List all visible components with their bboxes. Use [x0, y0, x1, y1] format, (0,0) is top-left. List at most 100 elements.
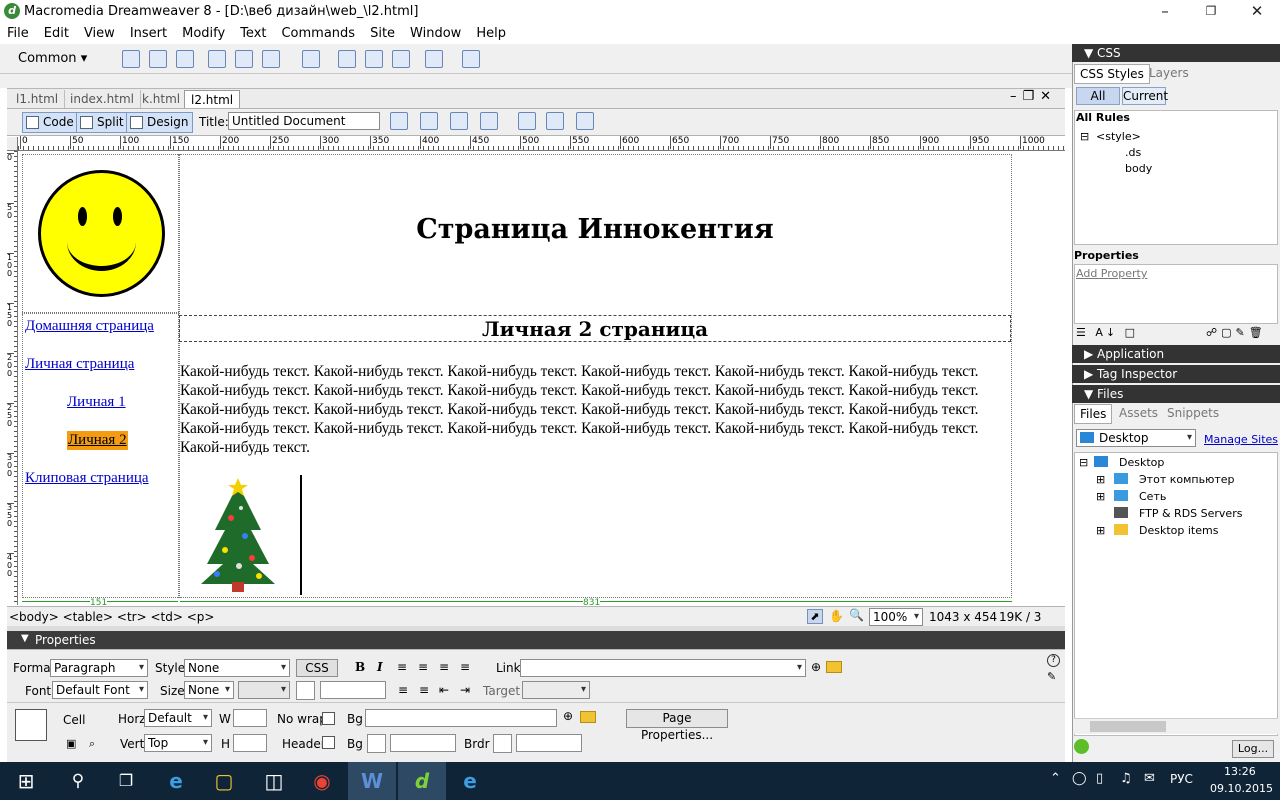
tab-files[interactable]: Files: [1074, 404, 1113, 424]
hyperlink-icon[interactable]: [122, 50, 140, 68]
language-indicator[interactable]: РУС: [1170, 772, 1193, 786]
insert-category-select[interactable]: Common ▾: [18, 51, 87, 66]
tab-assets[interactable]: Assets: [1114, 404, 1163, 422]
tree-collapse-icon[interactable]: ⊟: [1079, 456, 1088, 469]
style-select[interactable]: None: [184, 659, 290, 677]
search-icon[interactable]: ⚲: [54, 762, 102, 800]
css-current-button[interactable]: Current: [1122, 87, 1168, 105]
align-right-icon[interactable]: ≡: [439, 660, 449, 674]
tab-snippets[interactable]: Snippets: [1162, 404, 1224, 422]
table-icon[interactable]: [208, 50, 226, 68]
page-properties-button[interactable]: Page Properties...: [626, 709, 728, 742]
nav-link-home[interactable]: Домашняя страница: [25, 318, 154, 335]
battery-icon[interactable]: ▯: [1096, 771, 1103, 786]
validate-icon[interactable]: [390, 112, 408, 130]
edge-icon[interactable]: e: [152, 762, 200, 800]
comment-icon[interactable]: [365, 50, 383, 68]
application-panel-header[interactable]: ▶ Application: [1072, 345, 1280, 363]
zoom-select[interactable]: 100%: [869, 608, 923, 626]
nowrap-checkbox[interactable]: [322, 712, 335, 725]
show-hidden-icons[interactable]: ⌃: [1050, 771, 1061, 786]
point-to-file-icon[interactable]: ⊕: [811, 660, 821, 674]
unordered-list-icon[interactable]: ≡: [398, 683, 408, 697]
code-view-button[interactable]: Code: [22, 112, 79, 133]
text-color-swatch[interactable]: [296, 681, 315, 700]
chrome-icon[interactable]: ◉: [298, 762, 346, 800]
text-color-input[interactable]: [320, 681, 386, 699]
store-icon[interactable]: ◫: [250, 762, 298, 800]
css-rule-body[interactable]: body: [1125, 162, 1152, 175]
document-window-controls[interactable]: –❐✕: [1010, 89, 1057, 104]
date-icon[interactable]: [338, 50, 356, 68]
christmas-tree-image[interactable]: [197, 478, 279, 592]
split-cell-icon[interactable]: ⌕: [89, 737, 95, 751]
font-select[interactable]: Default Font: [52, 681, 148, 699]
menu-text[interactable]: Text: [240, 24, 266, 44]
preview-in-browser-icon[interactable]: [480, 112, 498, 130]
page-heading[interactable]: Страница Иннокентия: [180, 214, 1010, 245]
menu-site[interactable]: Site: [370, 24, 395, 44]
clock-time[interactable]: 13:26: [1224, 765, 1256, 778]
quick-tag-editor-icon[interactable]: ✎: [1047, 670, 1056, 683]
width-input[interactable]: [233, 709, 267, 727]
tab-l2[interactable]: l2.html: [184, 90, 241, 108]
menu-modify[interactable]: Modify: [182, 24, 225, 44]
tag-chooser-icon[interactable]: [462, 50, 480, 68]
bg-color-swatch[interactable]: [367, 734, 386, 753]
tab-css-styles[interactable]: CSS Styles: [1074, 64, 1150, 84]
css-view-icons[interactable]: ☰ A↓ □: [1076, 326, 1138, 339]
tree-ftp-servers[interactable]: FTP & RDS Servers: [1139, 507, 1242, 520]
bg-browse-folder-icon[interactable]: [580, 711, 596, 723]
border-color-input[interactable]: [516, 734, 582, 752]
file-management-icon[interactable]: [450, 112, 468, 130]
media-icon[interactable]: [302, 50, 320, 68]
menu-help[interactable]: Help: [476, 24, 506, 44]
menu-view[interactable]: View: [84, 24, 115, 44]
nav-link-personal-1[interactable]: Личная 1: [67, 394, 126, 411]
menu-edit[interactable]: Edit: [44, 24, 69, 44]
bg-image-input[interactable]: [365, 709, 557, 727]
format-select[interactable]: Paragraph: [50, 659, 148, 677]
nav-link-personal[interactable]: Личная страница: [25, 356, 134, 373]
notification-tray-icon[interactable]: ✉: [1144, 771, 1155, 786]
justify-icon[interactable]: ≡: [460, 660, 470, 674]
task-view-icon[interactable]: ❐: [102, 762, 150, 800]
files-scroll-thumb[interactable]: [1090, 721, 1166, 732]
templates-icon[interactable]: [425, 50, 443, 68]
italic-button[interactable]: I: [377, 660, 383, 674]
layer-icon[interactable]: [235, 50, 253, 68]
align-left-icon[interactable]: ≡: [397, 660, 407, 674]
email-link-icon[interactable]: [149, 50, 167, 68]
tree-expand-icon[interactable]: ⊞: [1096, 473, 1105, 486]
nav-link-clips[interactable]: Клиповая страница: [25, 470, 149, 487]
height-input[interactable]: [233, 734, 267, 752]
view-options-icon[interactable]: [546, 112, 564, 130]
volume-icon[interactable]: ♫: [1120, 771, 1132, 786]
hand-tool-icon[interactable]: ✋: [829, 609, 844, 623]
files-scrollbar[interactable]: [1074, 718, 1278, 734]
menu-insert[interactable]: Insert: [130, 24, 167, 44]
rules-collapse-icon[interactable]: ⊟: [1080, 130, 1089, 143]
css-button[interactable]: CSS: [296, 659, 338, 677]
css-all-button[interactable]: All: [1076, 87, 1120, 105]
tag-selector[interactable]: <body> <table> <tr> <td> <p>: [9, 610, 214, 624]
add-property-link[interactable]: Add Property: [1076, 267, 1147, 280]
help-icon[interactable]: ?: [1047, 654, 1060, 667]
vert-select[interactable]: Top: [144, 734, 212, 752]
indent-icon[interactable]: ⇥: [460, 683, 470, 697]
bold-button[interactable]: B: [355, 660, 365, 674]
design-view-button[interactable]: Design: [126, 112, 194, 133]
pointer-tool-icon[interactable]: ⬈: [807, 609, 823, 624]
css-action-icons[interactable]: ☍▢✎🗑: [1206, 326, 1267, 339]
link-input[interactable]: [520, 659, 806, 677]
windows-start-icon[interactable]: ⊞: [2, 762, 50, 800]
split-view-button[interactable]: Split: [76, 112, 129, 133]
tree-expand-icon-2[interactable]: ⊞: [1096, 490, 1105, 503]
tree-desktop-items[interactable]: Desktop items: [1139, 524, 1218, 537]
files-panel-header[interactable]: ▼ Files: [1072, 385, 1280, 403]
browser-check-icon[interactable]: [420, 112, 438, 130]
visual-aids-icon[interactable]: [576, 112, 594, 130]
tree-network[interactable]: Сеть: [1139, 490, 1166, 503]
document-title-input[interactable]: Untitled Document: [228, 112, 380, 130]
internet-explorer-icon[interactable]: e: [446, 762, 494, 800]
